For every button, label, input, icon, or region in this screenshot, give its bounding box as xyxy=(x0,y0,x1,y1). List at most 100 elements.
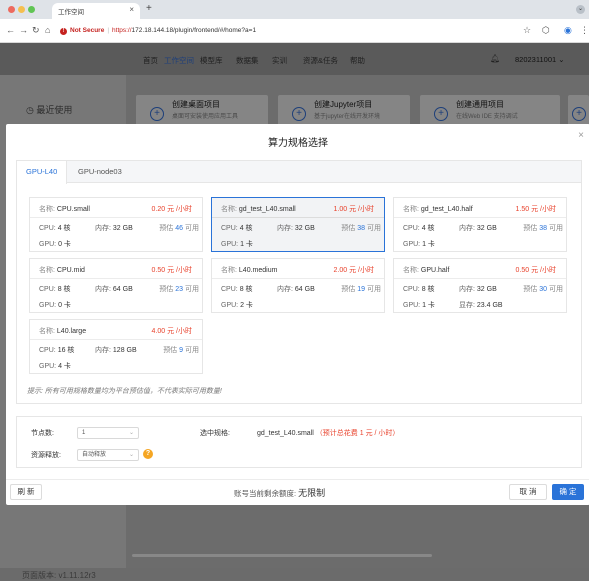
gpu-cell: GPU: 1 卡 xyxy=(221,241,253,248)
tab-list-icon[interactable]: ⌄ xyxy=(576,5,585,14)
gpu-tabs: GPU-L40 GPU-node03 xyxy=(17,161,581,184)
spec-row-resources: CPU: 8 核 内存: 32 GB 预估 30 可用 xyxy=(403,284,563,294)
window-minimize-dot[interactable] xyxy=(18,6,25,13)
gpu-cell: GPU: 0 卡 xyxy=(39,302,71,309)
url-field[interactable]: ! Not Secure | https://172.18.144.18/plugin… xyxy=(60,23,530,39)
plus-icon: + xyxy=(434,107,448,121)
spec-card[interactable]: 名称: gd_test_L40.small 1.00 元 /小时 CPU: 4 … xyxy=(211,197,385,252)
cancel-button[interactable]: 取 消 xyxy=(509,484,547,500)
gpu-cell: GPU: 1 卡 xyxy=(403,302,435,309)
spec-row-resources: CPU: 4 核 内存: 32 GB 预估 38 可用 xyxy=(403,223,563,233)
help-icon[interactable]: ? xyxy=(143,449,153,459)
mem-cell: 内存: 32 GB xyxy=(277,225,315,232)
spec-price: 1.50 元 /小时 xyxy=(515,206,556,213)
spec-row-gpu: GPU: 1 卡 xyxy=(403,239,563,249)
chevron-down-icon: ⌄ xyxy=(128,430,134,436)
spec-header: 名称: GPU.half 0.50 元 /小时 xyxy=(394,259,566,279)
plus-icon: + xyxy=(572,107,586,121)
cpu-cell: CPU: 4 核 xyxy=(39,225,71,232)
mem-cell: 内存: 64 GB xyxy=(277,286,315,293)
recent-used[interactable]: ◷ 最近使用 xyxy=(26,103,72,116)
forward-icon[interactable]: → xyxy=(19,25,28,35)
release-select[interactable]: 自动释放 ⌄ xyxy=(77,449,139,461)
spec-row-gpu: GPU: 1 卡 显存: 23.4 GB xyxy=(403,300,563,310)
spec-card[interactable]: 名称: gd_test_L40.half 1.50 元 /小时 CPU: 4 核… xyxy=(393,197,567,252)
spec-card[interactable]: 名称: CPU.small 0.20 元 /小时 CPU: 4 核 内存: 32… xyxy=(29,197,203,252)
spec-panel: GPU-L40 GPU-node03 名称: CPU.small 0.20 元 … xyxy=(16,160,582,404)
selected-spec-cost: （预计总花费 1 元 / 小时） xyxy=(315,430,400,437)
nav-home[interactable]: 首页 xyxy=(143,55,158,66)
back-icon[interactable]: ← xyxy=(6,25,15,35)
browser-menu-icon[interactable]: ⋮ xyxy=(580,25,589,36)
card-desc: 基于jupyter在线开发环境 xyxy=(314,114,381,120)
nav-resources-tasks[interactable]: 资源&任务 xyxy=(303,55,338,66)
reload-icon[interactable]: ↻ xyxy=(32,25,40,36)
release-value: 自动释放 xyxy=(82,452,107,458)
horizontal-scrollbar[interactable] xyxy=(132,554,432,557)
window-close-dot[interactable] xyxy=(8,6,15,13)
spec-card[interactable]: 名称: GPU.half 0.50 元 /小时 CPU: 8 核 内存: 32 … xyxy=(393,258,567,313)
mem-cell: 内存: 64 GB xyxy=(95,286,133,293)
nav-model-library[interactable]: 模型库 xyxy=(200,55,223,66)
not-secure-badge[interactable]: ! Not Secure xyxy=(60,23,104,39)
new-tab-icon[interactable]: + xyxy=(146,3,152,14)
nav-help[interactable]: 帮助 xyxy=(350,55,365,66)
bell-icon[interactable]: 🔔︎ xyxy=(490,54,500,63)
spec-header: 名称: L40.large 4.00 元 /小时 xyxy=(30,320,202,340)
card-desc: 桌面可安装使用应用工具 xyxy=(172,114,239,120)
close-icon[interactable]: × xyxy=(578,130,584,141)
spec-header: 名称: CPU.small 0.20 元 /小时 xyxy=(30,198,202,218)
bookmark-star-icon[interactable]: ☆ xyxy=(523,25,531,36)
spec-card[interactable]: 名称: CPU.mid 0.50 元 /小时 CPU: 8 核 内存: 64 G… xyxy=(29,258,203,313)
spec-selection-modal: 算力规格选择 × GPU-L40 GPU-node03 名称: CPU.smal… xyxy=(6,124,589,505)
spec-name: 名称: L40.large xyxy=(39,328,87,335)
nav-datasets[interactable]: 数据集 xyxy=(236,55,259,66)
spec-price: 0.50 元 /小时 xyxy=(151,267,192,274)
spec-card[interactable]: 名称: L40.large 4.00 元 /小时 CPU: 16 核 内存: 1… xyxy=(29,319,203,374)
gpu-cell: GPU: 4 卡 xyxy=(39,363,71,370)
estimate-cell: 预估 30 可用 xyxy=(523,286,563,293)
window-zoom-dot[interactable] xyxy=(28,6,35,13)
browser-tab[interactable]: 工作空间 × xyxy=(52,3,140,19)
node-count-select[interactable]: 1 ⌄ xyxy=(77,427,139,439)
config-section: 节点数: 1 ⌄ 资源释放: 自动释放 ⌄ ? 选中规格: gd_test_L4… xyxy=(16,416,582,468)
plus-icon: + xyxy=(150,107,164,121)
spec-name: 名称: CPU.small xyxy=(39,206,90,213)
mem-cell: 内存: 32 GB xyxy=(459,286,497,293)
spec-name: 名称: gd_test_L40.half xyxy=(403,206,473,213)
tab-gpu-l40[interactable]: GPU-L40 xyxy=(17,161,68,184)
nav-training[interactable]: 实训 xyxy=(272,55,287,66)
refresh-button[interactable]: 刷 新 xyxy=(10,484,42,500)
spec-card[interactable]: 名称: L40.medium 2.00 元 /小时 CPU: 8 核 内存: 6… xyxy=(211,258,385,313)
spec-row-gpu: GPU: 1 卡 xyxy=(221,239,381,249)
spec-row-resources: CPU: 8 核 内存: 64 GB 预估 19 可用 xyxy=(221,284,381,294)
top-navigation: 首页 工作空间 模型库 数据集 实训 资源&任务 帮助 🔔︎ 820231100… xyxy=(0,43,589,75)
extensions-icon[interactable]: ⬡ xyxy=(542,25,550,36)
gpu-cell: GPU: 1 卡 xyxy=(403,241,435,248)
cpu-cell: CPU: 8 核 xyxy=(403,286,435,293)
modal-title: 算力规格选择 xyxy=(268,138,328,149)
user-menu[interactable]: 8202311001 ⌄ xyxy=(515,55,565,64)
profile-icon[interactable]: ◉ xyxy=(564,25,572,36)
url-scheme: https:// xyxy=(112,27,132,34)
quota-value: 无限制 xyxy=(298,488,326,498)
card-title: 创建Jupyter项目 xyxy=(314,100,373,109)
tab-gpu-node03[interactable]: GPU-node03 xyxy=(69,161,131,183)
cpu-cell: CPU: 8 核 xyxy=(39,286,71,293)
url-separator: | xyxy=(107,27,110,34)
spec-header: 名称: gd_test_L40.small 1.00 元 /小时 xyxy=(212,198,384,218)
spec-header: 名称: L40.medium 2.00 元 /小时 xyxy=(212,259,384,279)
browser-tab-title: 工作空间 xyxy=(58,9,84,16)
confirm-button[interactable]: 确 定 xyxy=(552,484,584,500)
spec-row-gpu: GPU: 2 卡 xyxy=(221,300,381,310)
cpu-cell: CPU: 8 核 xyxy=(221,286,253,293)
nav-workspace[interactable]: 工作空间 xyxy=(164,55,194,66)
selected-spec-name: gd_test_L40.small xyxy=(257,430,314,437)
spec-row-resources: CPU: 4 核 内存: 32 GB 预估 38 可用 xyxy=(221,223,381,233)
tab-close-icon[interactable]: × xyxy=(129,5,134,14)
spec-row-gpu: GPU: 0 卡 xyxy=(39,300,199,310)
spec-price: 2.00 元 /小时 xyxy=(333,267,374,274)
spec-name: 名称: gd_test_L40.small xyxy=(221,206,296,213)
home-icon[interactable]: ⌂ xyxy=(45,25,50,35)
estimate-cell: 预估 38 可用 xyxy=(523,225,563,232)
